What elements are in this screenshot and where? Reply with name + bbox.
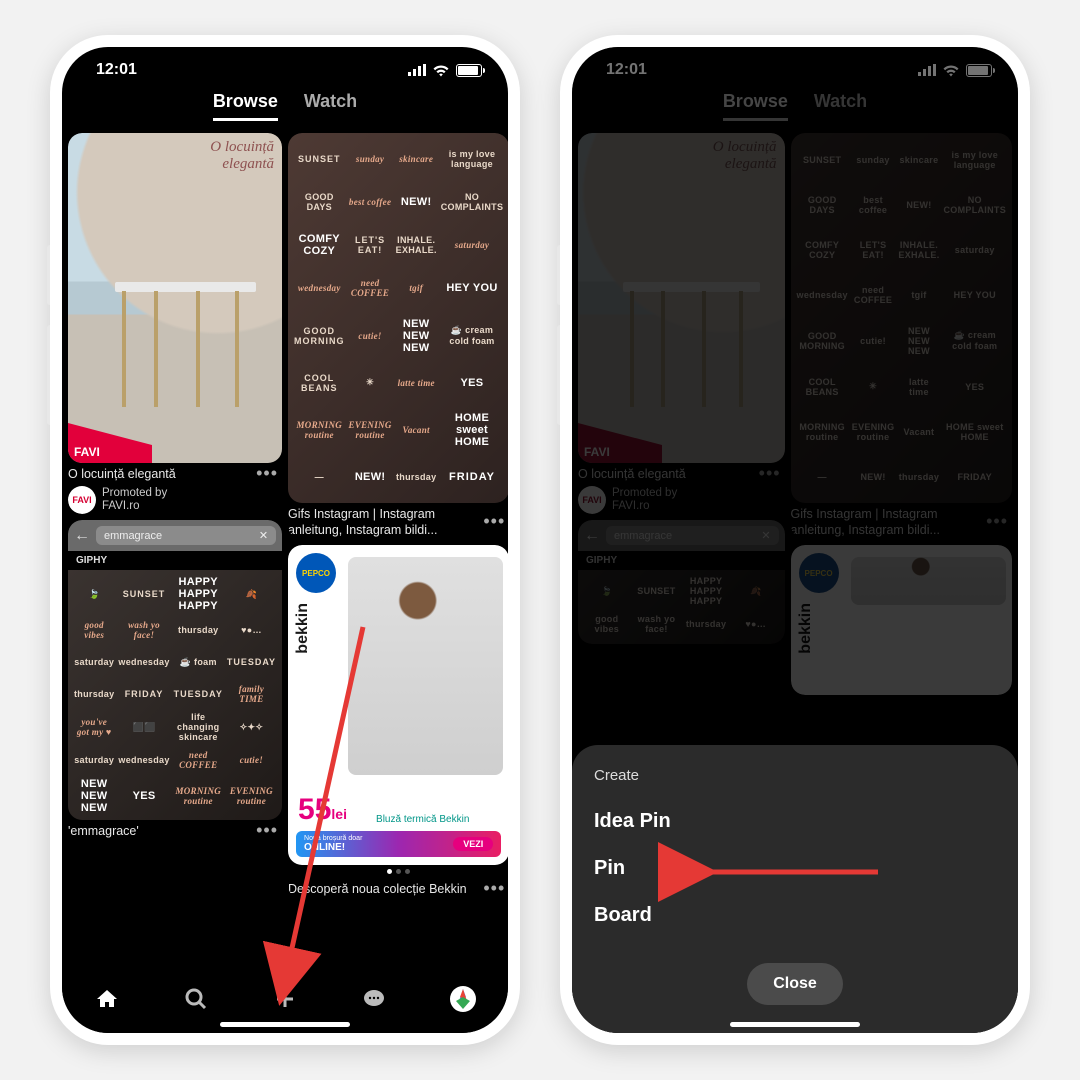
sheet-option-board[interactable]: Board <box>594 892 996 939</box>
back-icon[interactable]: ← <box>74 527 90 545</box>
nav-create-icon[interactable] <box>272 986 298 1012</box>
carousel-dots <box>288 865 508 878</box>
sticker-grid: SUNSETsundayskincareis my love language … <box>288 133 508 503</box>
status-icons <box>408 64 482 77</box>
screen-left: 12:01 Browse Watch O locuințăelegantă <box>62 47 508 1033</box>
favi-badge: FAVI <box>68 423 152 463</box>
pepco-cta[interactable]: VEZI <box>453 837 493 851</box>
top-tabs: Browse Watch <box>62 85 508 133</box>
search-input[interactable]: emmagrace✕ <box>96 526 276 545</box>
sticker-grid: 🍃SUNSETHAPPY HAPPY HAPPY🍂 good vibeswash… <box>68 570 282 820</box>
pepco-logo: PEPCO <box>296 553 336 593</box>
sheet-close-button[interactable]: Close <box>747 963 843 1005</box>
tab-watch[interactable]: Watch <box>304 91 357 121</box>
battery-icon <box>456 64 482 77</box>
promo-text: Promoted byFAVI.ro <box>102 487 167 513</box>
clear-icon[interactable]: ✕ <box>259 529 268 542</box>
pin-menu-icon[interactable]: ••• <box>479 511 508 532</box>
create-sheet: Create Idea Pin Pin Board Close <box>572 745 1018 1033</box>
wifi-icon <box>432 64 450 77</box>
pin-menu-icon[interactable]: ••• <box>252 820 282 841</box>
pin-image[interactable]: O locuințăelegantă FAVI <box>68 133 282 463</box>
pin-overlay-text: O locuințăelegantă <box>210 139 274 172</box>
feed-col-left: O locuințăelegantă FAVI O locuință elega… <box>68 133 282 999</box>
giphy-brand: GIPHY <box>68 551 282 570</box>
pin-menu-icon[interactable]: ••• <box>479 878 508 899</box>
pepco-banner[interactable]: Noua broșură doarONLINE! VEZI <box>296 831 501 857</box>
nav-home-icon[interactable] <box>94 986 120 1012</box>
nav-search-icon[interactable] <box>183 986 209 1012</box>
sheet-option-idea-pin[interactable]: Idea Pin <box>594 798 996 845</box>
pin-stickerboard[interactable]: SUNSETsundayskincareis my love language … <box>288 133 508 539</box>
pin-menu-icon[interactable]: ••• <box>252 463 282 484</box>
tab-browse[interactable]: Browse <box>213 91 278 121</box>
nav-profile-icon[interactable] <box>450 986 476 1012</box>
promoter-row[interactable]: FAVI Promoted byFAVI.ro <box>68 484 282 514</box>
signal-icon <box>408 64 426 76</box>
nav-messages-icon[interactable] <box>361 986 387 1012</box>
pepco-brand: bekkin <box>294 603 312 654</box>
pin-title: Gifs Instagram | Instagram anleitung, In… <box>288 503 479 539</box>
pin-title: Descoperă noua colecție Bekkin <box>288 878 467 899</box>
phone-left: 12:01 Browse Watch O locuințăelegantă <box>50 35 520 1045</box>
pin-image[interactable]: PEPCO bekkin 55lei Bluză termică Bekkin … <box>288 545 508 865</box>
giphy-search-bar: ← emmagrace✕ <box>68 520 282 551</box>
screen-right: 12:01 Browse Watch O locuințăelegantă FA… <box>572 47 1018 1033</box>
avatar: FAVI <box>68 486 96 514</box>
pepco-sub: Bluză termică Bekkin <box>376 814 469 825</box>
home-indicator[interactable] <box>220 1022 350 1027</box>
feed[interactable]: O locuințăelegantă FAVI O locuință elega… <box>62 133 508 999</box>
phone-right: 12:01 Browse Watch O locuințăelegantă FA… <box>560 35 1030 1045</box>
pin-title: O locuință elegantă <box>68 463 176 484</box>
feed-col-right: SUNSETsundayskincareis my love language … <box>288 133 508 999</box>
home-indicator[interactable] <box>730 1022 860 1027</box>
pin-favi[interactable]: O locuințăelegantă FAVI O locuință elega… <box>68 133 282 514</box>
pin-pepco[interactable]: PEPCO bekkin 55lei Bluză termică Bekkin … <box>288 545 508 899</box>
sheet-option-pin[interactable]: Pin <box>594 845 996 892</box>
pin-giphy[interactable]: ← emmagrace✕ GIPHY 🍃SUNSETHAPPY HAPPY HA… <box>68 520 282 841</box>
status-bar: 12:01 <box>62 47 508 85</box>
sheet-title: Create <box>594 767 996 784</box>
pepco-price: 55lei <box>298 793 347 827</box>
status-time: 12:01 <box>96 61 137 79</box>
pin-title: 'emmagrace' <box>68 820 139 841</box>
